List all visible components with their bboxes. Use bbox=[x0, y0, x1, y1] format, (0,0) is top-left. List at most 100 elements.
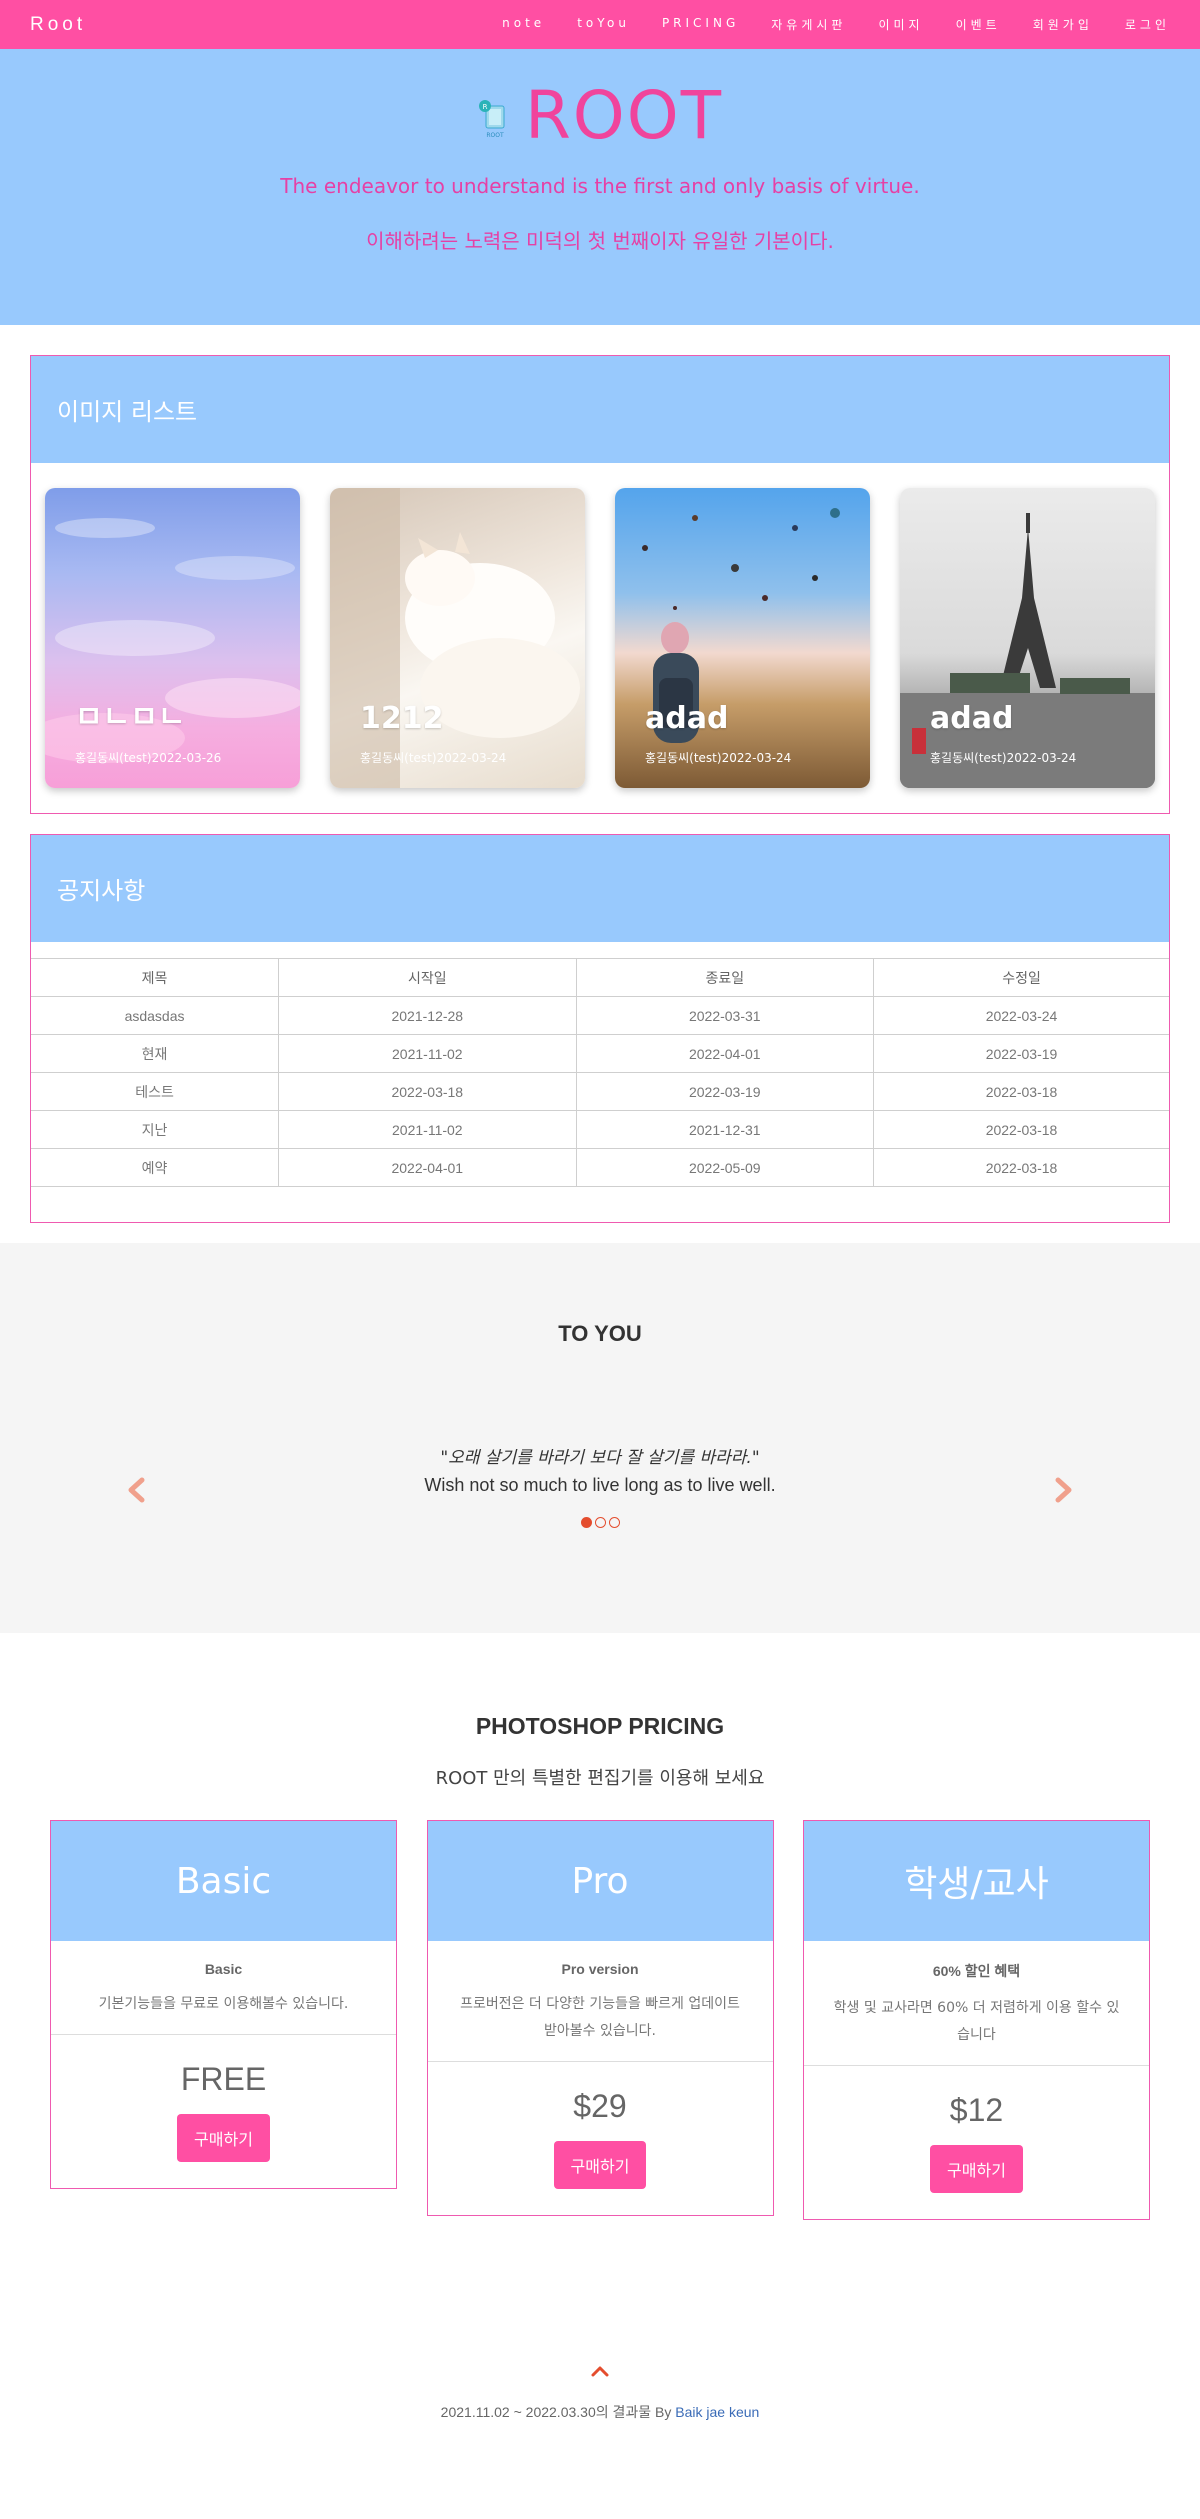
toyou-heading: TO YOU bbox=[558, 1321, 642, 1346]
image-card-meta: 홍길동씨(test)2022-03-24 bbox=[930, 751, 1077, 765]
image-card[interactable]: adad 홍길동씨(test)2022-03-24 bbox=[900, 488, 1155, 788]
testimonial-quote: "오래 살기를 바라기 보다 잘 살기를 바라라." Wish not so m… bbox=[0, 1445, 1200, 1499]
table-row[interactable]: 지난 2021-11-02 2021-12-31 2022-03-18 bbox=[31, 1110, 1169, 1149]
eiffel-image bbox=[900, 513, 1155, 788]
nav-link-signup[interactable]: 회원가입 bbox=[1033, 16, 1093, 33]
carousel-dot[interactable] bbox=[608, 1517, 620, 1528]
nav-link-events[interactable]: 이벤트 bbox=[956, 16, 1001, 33]
nav-link-login[interactable]: 로그인 bbox=[1125, 16, 1170, 33]
author-link[interactable]: Baik jae keun bbox=[675, 2404, 759, 2420]
cell-modified: 2022-03-19 bbox=[873, 1034, 1169, 1073]
plan-card-student: 학생/교사 60% 할인 혜택 학생 및 교사라면 60% 더 저렴하게 이용 … bbox=[803, 1820, 1150, 2220]
image-card-title: ㅁㄴㅁㄴ bbox=[75, 700, 186, 735]
plan-price: FREE bbox=[180, 2061, 267, 2097]
image-card[interactable]: adad 홍길동씨(test)2022-03-24 bbox=[615, 488, 870, 788]
pricing-heading: PHOTOSHOP PRICING bbox=[475, 1713, 725, 1739]
buy-button[interactable]: 구매하기 bbox=[177, 2114, 270, 2162]
table-row[interactable]: 테스트 2022-03-18 2022-03-19 2022-03-18 bbox=[31, 1072, 1169, 1111]
cell-title[interactable]: 예약 bbox=[31, 1148, 280, 1187]
root-logo-icon: R ROOT bbox=[477, 96, 511, 139]
column-header-start: 시작일 bbox=[278, 958, 577, 997]
cell-end: 2022-03-31 bbox=[575, 996, 875, 1035]
image-list-panel: 이미지 리스트 ㅁㄴㅁㄴ 홍길동씨(test)2022-03-26 1212 홍… bbox=[30, 355, 1170, 814]
image-card-title: adad bbox=[930, 701, 1014, 736]
plan-name: Basic bbox=[51, 1821, 396, 1941]
plan-body: Basic 기본기능들을 무료로 이용해볼수 있습니다. bbox=[51, 1941, 396, 2035]
image-card[interactable]: 1212 홍길동씨(test)2022-03-24 bbox=[330, 488, 585, 788]
footer-credit: 2021.11.02 ~ 2022.03.30의 결과물 By Baik jae… bbox=[0, 2402, 1200, 2422]
plan-description: 기본기능들을 무료로 이용해볼수 있습니다. bbox=[98, 1996, 349, 2012]
chevron-left-icon[interactable] bbox=[124, 1477, 150, 1503]
cell-modified: 2022-03-18 bbox=[873, 1148, 1169, 1187]
pricing-section: PHOTOSHOP PRICING ROOT 만의 특별한 편집기를 이용해 보… bbox=[0, 1633, 1200, 2220]
hero-section: R ROOT ROOT The endeavor to understand i… bbox=[0, 49, 1200, 325]
plan-description: 프로버전은 더 다양한 기능들을 빠르게 업데이트 받아볼수 있습니다. bbox=[460, 1996, 740, 2039]
notice-table: 제목 시작일 종료일 수정일 asdasdas 2021-12-28 2022-… bbox=[31, 958, 1169, 1187]
plan-footer: $12 구매하기 bbox=[804, 2066, 1149, 2219]
footer-text: 2021.11.02 ~ 2022.03.30의 결과물 By bbox=[440, 2404, 676, 2420]
column-header-modified: 수정일 bbox=[873, 958, 1169, 997]
cell-start: 2021-11-02 bbox=[278, 1034, 577, 1073]
image-cards: ㅁㄴㅁㄴ 홍길동씨(test)2022-03-26 1212 홍길동씨(test… bbox=[31, 463, 1169, 813]
plan-body: 60% 할인 혜택 학생 및 교사라면 60% 더 저렴하게 이용 할수 있습니… bbox=[804, 1941, 1149, 2066]
carousel-dot[interactable] bbox=[580, 1517, 592, 1528]
plan-footer: $29 구매하기 bbox=[428, 2062, 773, 2215]
pricing-tagline: ROOT 만의 특별한 편집기를 이용해 보세요 bbox=[435, 1768, 765, 1789]
notice-heading: 공지사항 bbox=[31, 835, 1169, 942]
image-card-meta: 홍길동씨(test)2022-03-24 bbox=[360, 751, 507, 765]
carousel-indicators bbox=[0, 1517, 1200, 1528]
site-title: ROOT bbox=[524, 77, 724, 154]
notice-panel: 공지사항 제목 시작일 종료일 수정일 asdasdas 2021-12-28 … bbox=[30, 834, 1170, 1223]
cell-start: 2022-04-01 bbox=[278, 1148, 577, 1187]
chevron-up-icon[interactable] bbox=[589, 2360, 611, 2382]
clouds-image bbox=[45, 518, 300, 763]
cell-title[interactable]: asdasdas bbox=[31, 996, 280, 1035]
cell-end: 2022-05-09 bbox=[575, 1148, 875, 1187]
nav-link-pricing[interactable]: PRICING bbox=[662, 16, 739, 33]
image-card-title: 1212 bbox=[360, 701, 444, 736]
svg-text:ROOT: ROOT bbox=[486, 132, 504, 139]
table-row[interactable]: 예약 2022-04-01 2022-05-09 2022-03-18 bbox=[31, 1148, 1169, 1187]
buy-button[interactable]: 구매하기 bbox=[930, 2145, 1023, 2193]
cell-title[interactable]: 현재 bbox=[31, 1034, 280, 1073]
nav-link-toyou[interactable]: toYou bbox=[577, 16, 630, 33]
chevron-right-icon[interactable] bbox=[1050, 1477, 1076, 1503]
quote-english: Wish not so much to live long as to live… bbox=[424, 1475, 776, 1495]
table-row[interactable]: asdasdas 2021-12-28 2022-03-31 2022-03-2… bbox=[31, 996, 1169, 1035]
column-header-title: 제목 bbox=[31, 958, 280, 997]
nav-link-board[interactable]: 자유게시판 bbox=[771, 16, 846, 33]
column-header-end: 종료일 bbox=[575, 958, 875, 997]
cell-modified: 2022-03-18 bbox=[873, 1072, 1169, 1111]
plan-card-basic: Basic Basic 기본기능들을 무료로 이용해볼수 있습니다. FREE … bbox=[50, 1820, 397, 2189]
image-list-heading: 이미지 리스트 bbox=[31, 356, 1169, 463]
plan-card-pro: Pro Pro version 프로버전은 더 다양한 기능들을 빠르게 업데이… bbox=[426, 1820, 774, 2216]
buy-button[interactable]: 구매하기 bbox=[553, 2141, 647, 2189]
top-navbar: Root note toYou PRICING 자유게시판 이미지 이벤트 회원… bbox=[0, 0, 1200, 49]
carousel-dot[interactable] bbox=[594, 1517, 606, 1528]
cat-image bbox=[330, 488, 580, 788]
plan-subtitle: 60% 할인 혜택 bbox=[932, 1963, 1021, 1979]
toyou-section: TO YOU "오래 살기를 바라기 보다 잘 살기를 바라라." Wish n… bbox=[0, 1243, 1200, 1633]
cell-start: 2021-11-02 bbox=[278, 1110, 577, 1149]
cell-start: 2022-03-18 bbox=[278, 1072, 577, 1111]
cell-title[interactable]: 지난 bbox=[31, 1110, 280, 1149]
hero-title-row: R ROOT ROOT bbox=[0, 77, 1200, 154]
image-card[interactable]: ㅁㄴㅁㄴ 홍길동씨(test)2022-03-26 bbox=[45, 488, 300, 788]
pricing-plans: Basic Basic 기본기능들을 무료로 이용해볼수 있습니다. FREE … bbox=[0, 1820, 1200, 2220]
cell-end: 2022-04-01 bbox=[575, 1034, 875, 1073]
nav-link-note[interactable]: note bbox=[502, 16, 545, 33]
cell-title[interactable]: 테스트 bbox=[31, 1072, 280, 1111]
hero-quote-ko: 이해하려는 노력은 미덕의 첫 번째이자 유일한 기본이다. bbox=[366, 229, 834, 253]
plan-body: Pro version 프로버전은 더 다양한 기능들을 빠르게 업데이트 받아… bbox=[427, 1941, 773, 2062]
nav-links: note toYou PRICING 자유게시판 이미지 이벤트 회원가입 로그… bbox=[502, 16, 1170, 33]
hero-quote-en: The endeavor to understand is the first … bbox=[280, 174, 920, 198]
brand-link[interactable]: Root bbox=[30, 14, 86, 36]
nav-link-images[interactable]: 이미지 bbox=[878, 16, 923, 33]
table-row[interactable]: 현재 2021-11-02 2022-04-01 2022-03-19 bbox=[31, 1034, 1169, 1073]
plan-subtitle: Basic bbox=[204, 1961, 243, 1977]
plan-subtitle: Pro version bbox=[561, 1961, 639, 1977]
plan-footer: FREE 구매하기 bbox=[51, 2035, 396, 2188]
image-card-meta: 홍길동씨(test)2022-03-24 bbox=[645, 751, 792, 765]
svg-text:R: R bbox=[483, 103, 488, 111]
footer: 2021.11.02 ~ 2022.03.30의 결과물 By Baik jae… bbox=[0, 2360, 1200, 2458]
